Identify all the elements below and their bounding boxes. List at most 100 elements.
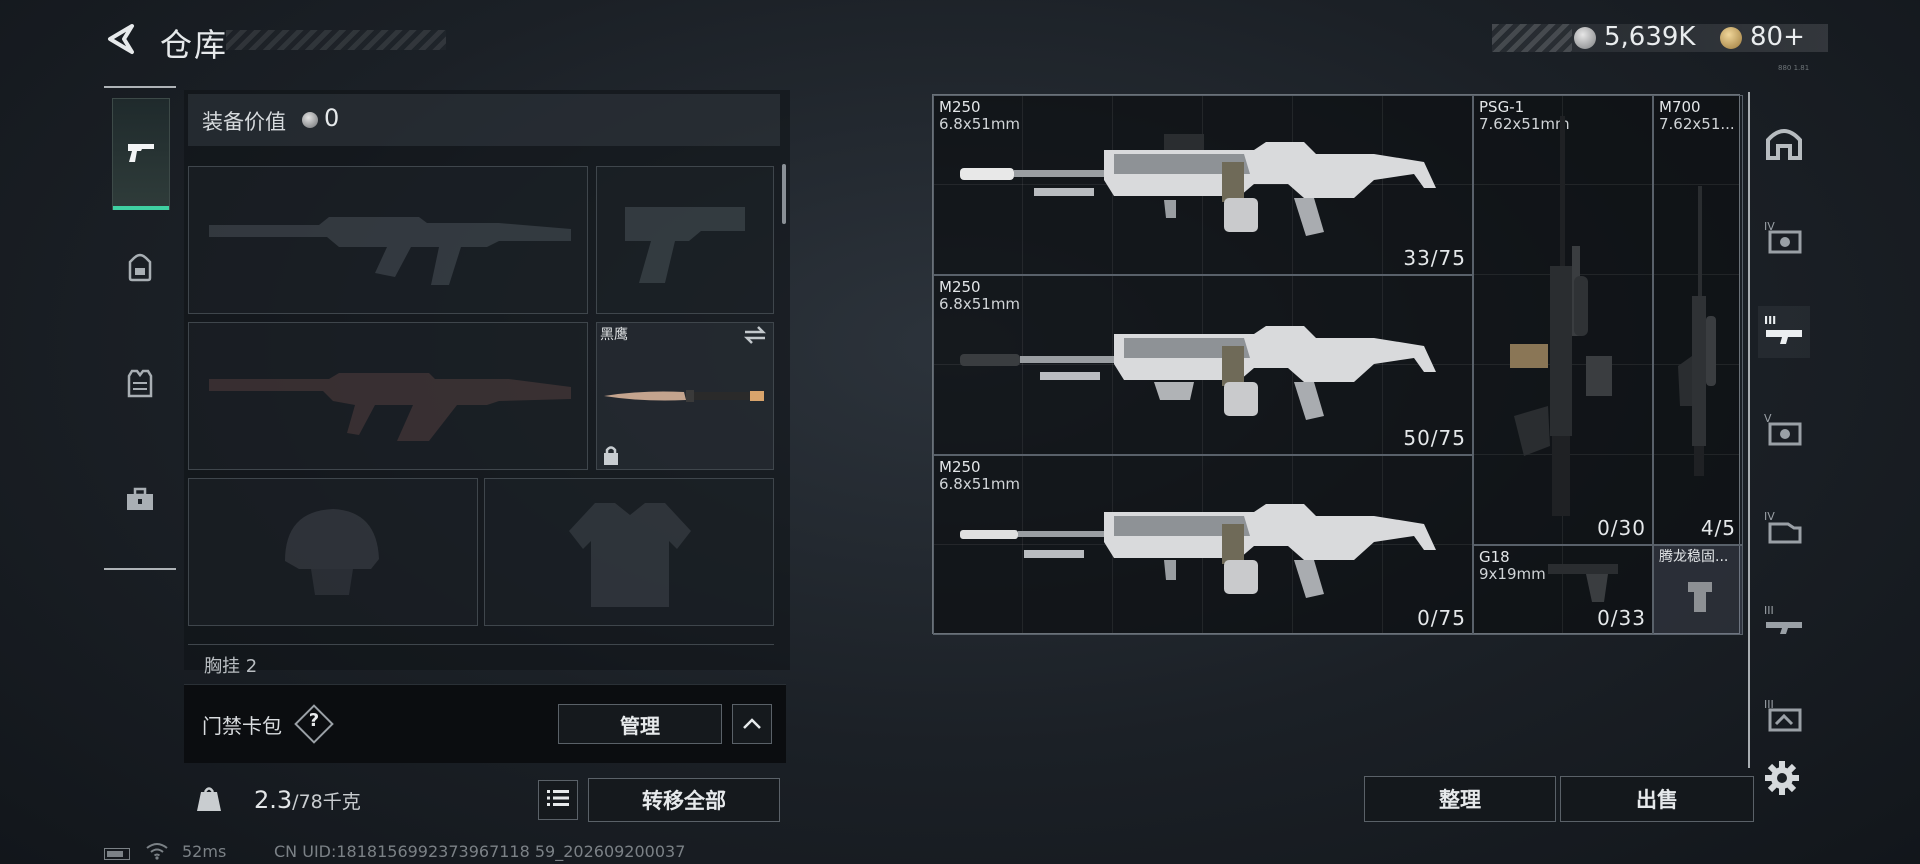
ping-text: 52ms [182, 842, 227, 861]
svg-text:IV: IV [1764, 510, 1775, 523]
loadout-scrollbar[interactable] [782, 164, 786, 224]
primary-weapon-slot[interactable] [188, 166, 588, 314]
currency-decoration [1492, 24, 1572, 52]
stash-grid: M250 6.8x51mm 33/75 M250 6.8x51mm 50/75 … [932, 94, 1743, 635]
collapse-button[interactable] [732, 704, 772, 744]
m250-machine-gun-icon [960, 504, 1436, 598]
tab-toolbox[interactable] [112, 446, 168, 556]
lock-icon [602, 444, 620, 466]
sidearm-slot[interactable] [596, 166, 774, 314]
page-title: 仓库 [160, 26, 229, 64]
stash-item-m250-3[interactable]: M250 6.8x51mm 0/75 [933, 455, 1473, 635]
vest-icon [123, 366, 157, 404]
m250-machine-gun-icon [960, 326, 1436, 420]
silver-coin-icon [302, 112, 318, 128]
chest-rig-row[interactable] [188, 644, 774, 675]
manage-button[interactable]: 管理 [558, 704, 722, 744]
item-name: G18 [1479, 548, 1510, 566]
item-name: M250 [939, 458, 981, 476]
toolbox-icon [123, 482, 157, 520]
psg1-rifle-icon [1510, 116, 1612, 516]
helmet-silhouette-icon [285, 509, 379, 595]
stash-item-psg1[interactable]: PSG-1 7.62x51mm 0/30 [1473, 95, 1653, 545]
pistol-icon [124, 135, 158, 173]
grip-attachment-icon [1688, 582, 1712, 612]
stash-item-attachment[interactable]: 腾龙稳固... [1653, 545, 1743, 635]
rifle-silhouette-icon [209, 217, 571, 285]
svg-text:III: III [1764, 314, 1776, 327]
sell-button[interactable]: 出售 [1560, 776, 1754, 822]
tier-3-gun-icon: III [1762, 310, 1806, 354]
item-name: M700 [1659, 98, 1701, 116]
help-mark: ? [308, 710, 320, 731]
stash-item-m250-1[interactable]: M250 6.8x51mm 33/75 [933, 95, 1473, 275]
weight-icon [196, 784, 222, 812]
tier-4-helmet-icon: IV [1762, 216, 1806, 260]
transfer-all-button[interactable]: 转移全部 [588, 778, 780, 822]
tier-3-rifle-icon: III [1762, 600, 1806, 644]
chest-rig-label: 胸挂 2 [204, 656, 258, 677]
build-tag: 880 1.81 [1778, 64, 1810, 72]
stash-scroll-rail[interactable] [1748, 92, 1750, 768]
list-view-button[interactable] [538, 780, 578, 820]
swap-icon[interactable] [742, 324, 768, 346]
helmet-slot[interactable] [188, 478, 478, 626]
stash-item-m250-2[interactable]: M250 6.8x51mm 50/75 [933, 275, 1473, 455]
m250-machine-gun-icon [960, 134, 1436, 236]
item-ammo: 0/30 [1597, 516, 1646, 540]
chevron-up-icon [742, 715, 762, 734]
sort-button[interactable]: 整理 [1364, 776, 1556, 822]
knife-icon [604, 390, 764, 402]
back-arrow-icon[interactable] [104, 22, 138, 56]
silver-currency-amount: 5,639K [1604, 22, 1696, 52]
filter-tier-3-gun[interactable]: III [1758, 306, 1810, 358]
silver-coin-icon [1574, 27, 1596, 49]
tier-4-card-icon: IV [1762, 506, 1806, 550]
filter-all[interactable] [1758, 118, 1810, 170]
weight-readout: 2.3/78千克 [254, 786, 361, 814]
item-ammo: 33/75 [1403, 246, 1466, 270]
keycard-label: 门禁卡包 [202, 714, 282, 738]
stash-item-m700[interactable]: M700 7.62x51... 4/5 [1653, 95, 1743, 545]
item-name: 腾龙稳固... [1659, 549, 1729, 565]
all-items-icon [1762, 122, 1806, 166]
list-icon [547, 789, 569, 811]
armor-silhouette-icon [569, 503, 691, 607]
item-caliber: 9x19mm [1479, 565, 1546, 583]
filter-tier-5-case[interactable]: V [1758, 404, 1810, 456]
uid-text: CN UID:1818156992373967118 59_2026092000… [274, 842, 686, 861]
tab-vest[interactable] [112, 330, 168, 440]
svg-text:III: III [1764, 604, 1774, 617]
tab-weapons[interactable] [112, 98, 170, 210]
gear-icon[interactable] [1764, 760, 1800, 796]
tabs-top-divider [104, 86, 176, 88]
tabs-bottom-divider [104, 568, 176, 570]
item-name: PSG-1 [1479, 98, 1525, 116]
stash-item-g18[interactable]: G18 9x19mm 0/33 [1473, 545, 1653, 635]
tier-3-box-icon: III [1762, 694, 1806, 738]
pistol-silhouette-icon [625, 207, 745, 283]
battery-icon [104, 848, 130, 860]
title-decoration [226, 30, 446, 50]
wifi-icon [146, 842, 168, 860]
item-caliber: 7.62x51... [1659, 115, 1735, 133]
item-ammo: 0/75 [1417, 606, 1466, 630]
tab-backpack[interactable] [112, 214, 168, 324]
tier-5-case-icon: V [1762, 408, 1806, 452]
item-name: M250 [939, 278, 981, 296]
item-ammo: 4/5 [1700, 516, 1736, 540]
m700-rifle-icon [1678, 186, 1716, 476]
item-ammo: 0/33 [1597, 606, 1646, 630]
armor-slot[interactable] [484, 478, 774, 626]
secondary-weapon-slot[interactable] [188, 322, 588, 470]
equipment-value-label: 装备价值 [202, 110, 286, 134]
filter-tier-4-helmet[interactable]: IV [1758, 212, 1810, 264]
filter-tier-3-box[interactable]: III [1758, 690, 1810, 742]
filter-tier-3-rifle[interactable]: III [1758, 596, 1810, 648]
g18-pistol-icon [1548, 564, 1618, 602]
item-ammo: 50/75 [1403, 426, 1466, 450]
melee-name: 黑鹰 [600, 327, 628, 343]
gold-currency-amount[interactable]: 80+ [1750, 22, 1805, 52]
gold-coin-icon [1720, 27, 1742, 49]
filter-tier-4-card[interactable]: IV [1758, 502, 1810, 554]
